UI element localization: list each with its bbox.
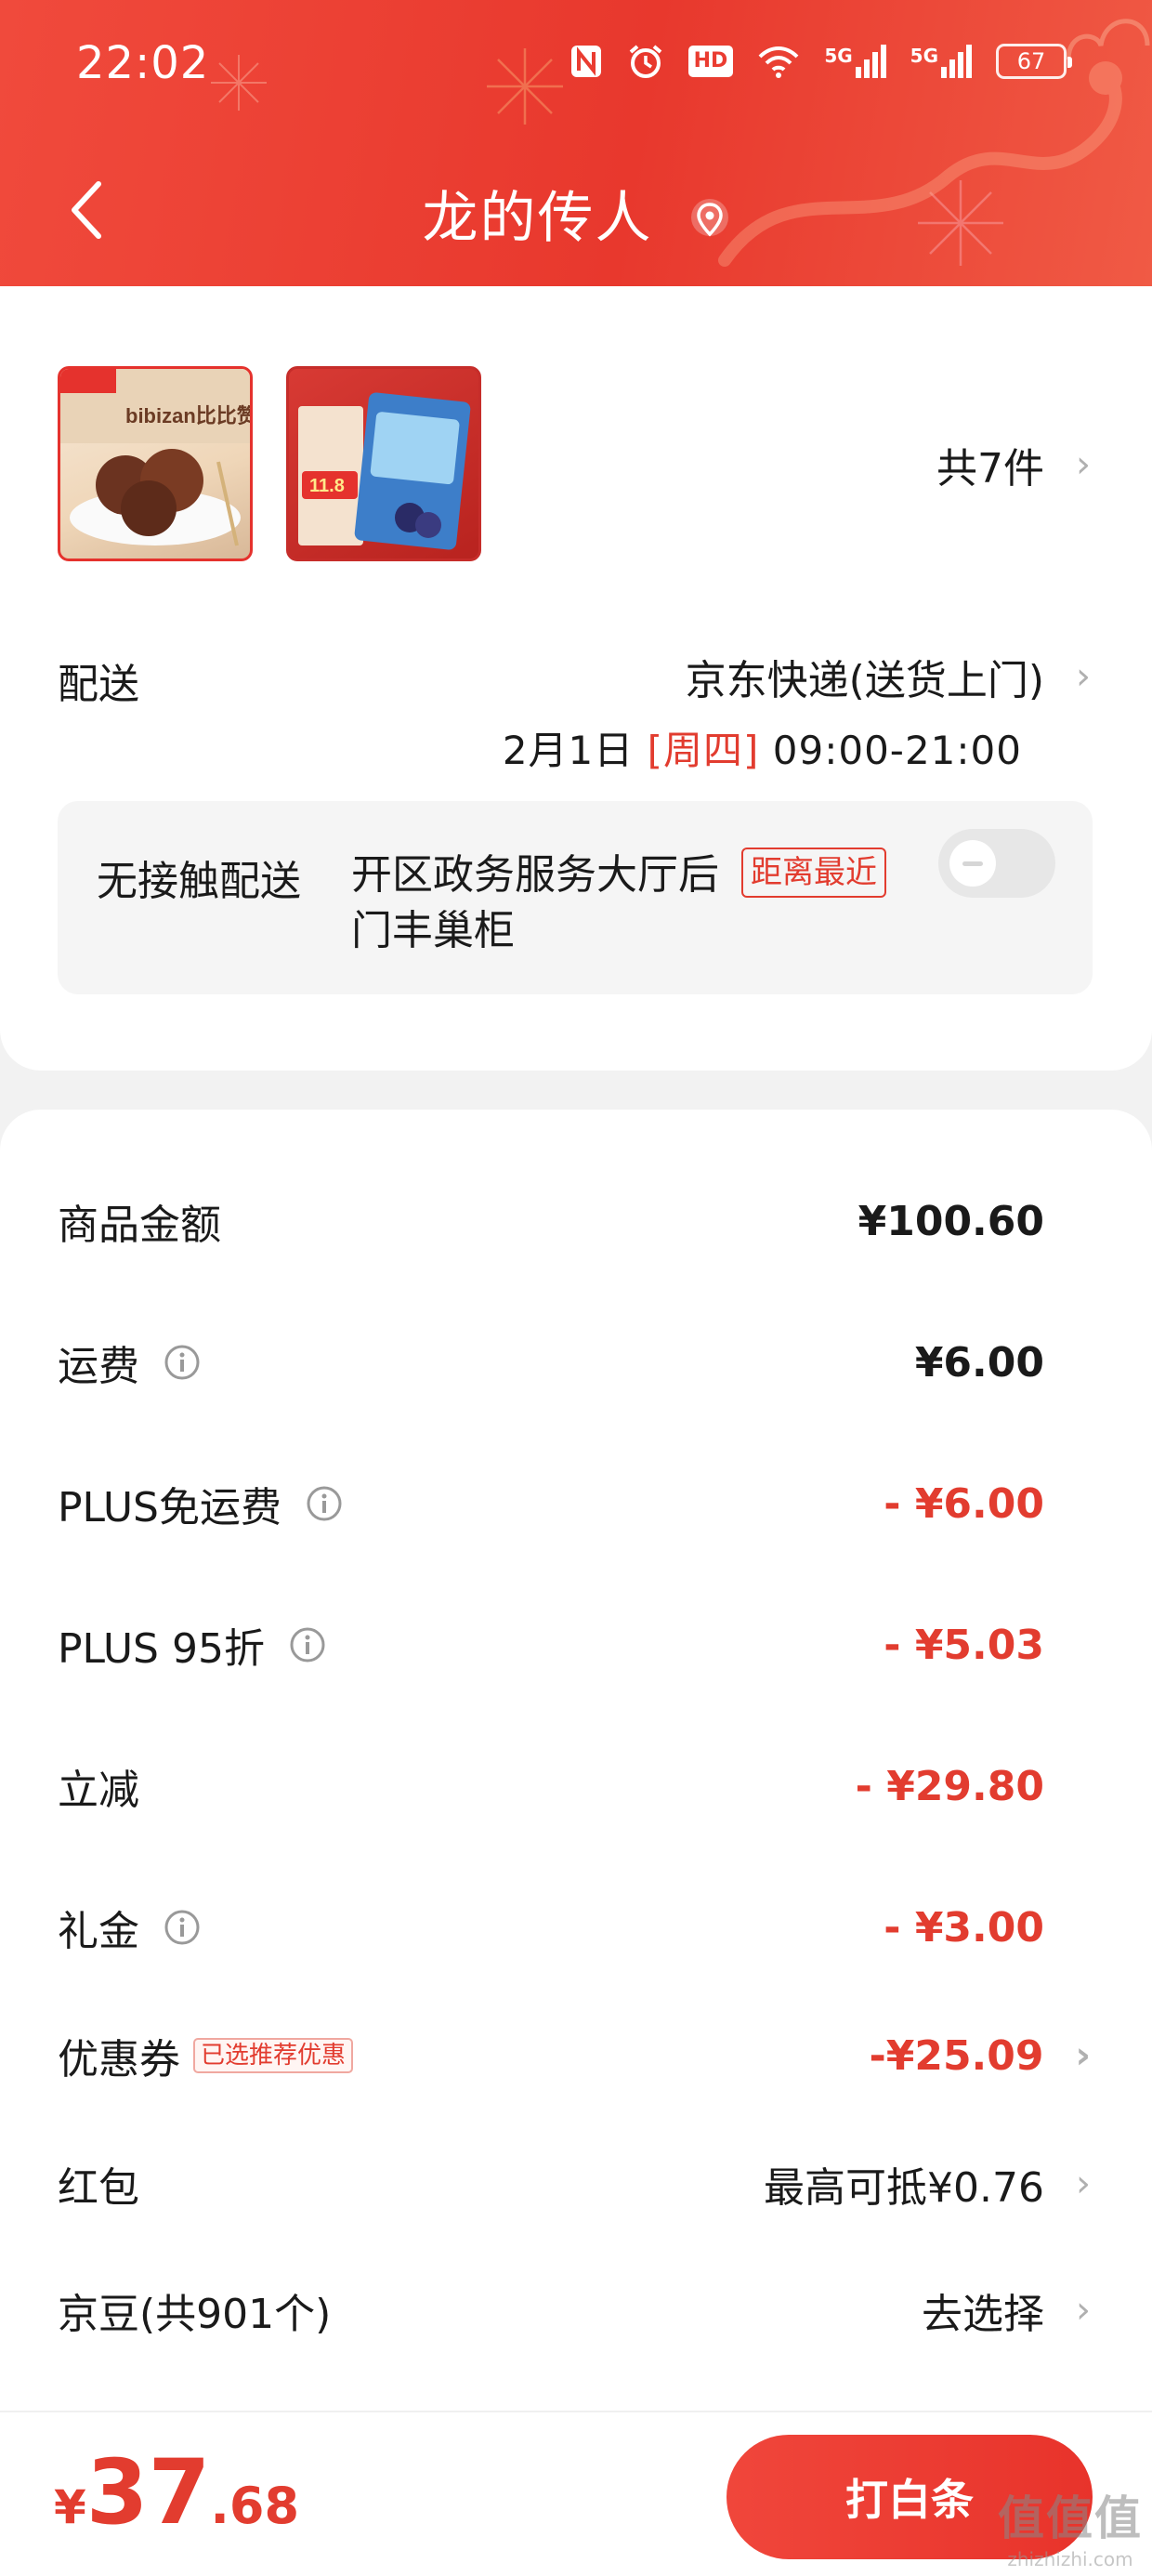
summary-row-plus-discount: PLUS 95折 - ¥5.03 [58,1608,1091,1682]
summary-label: 立减 [58,1767,139,1814]
delivery-time-range: 09:00-21:00 [772,728,1022,773]
price-summary-card: 商品金额 ¥100.60 运费 ¥6.00 PLUS免运费 - ¥6.00 PL… [0,1110,1152,2411]
order-items-card: bibizan比比赞 11.8 共7件 › 配送 京东快递(送货上门) › 2月 [0,286,1152,1071]
summary-value: 最高可抵¥0.76 [764,2164,1044,2212]
status-time: 22:02 [76,37,210,89]
product-image: bibizan比比赞 [60,369,250,546]
product-image: 11.8 [298,392,471,550]
info-icon[interactable] [289,1626,326,1663]
total-integer: 37 [85,2440,211,2544]
summary-label: 红包 [58,2164,139,2212]
signal-5g-icon: 5G [824,45,886,78]
summary-row-red-packet[interactable]: 红包 最高可抵¥0.76 › [58,2147,1091,2221]
watermark-text: 值值值 [998,2491,1143,2545]
summary-row-plus-free-shipping: PLUS免运费 - ¥6.00 [58,1466,1091,1541]
watermark-subtext: zhizhizhi.com [1007,2548,1133,2570]
total-price: ¥ 37 .68 [54,2446,299,2539]
summary-value: - ¥5.03 [884,1621,1044,1669]
summary-row-coupon[interactable]: 优惠券 已选推荐优惠 -¥25.09 › [58,2018,1091,2093]
chevron-right-icon: › [1076,2289,1091,2332]
watermark: 值值值 zhizhizhi.com [998,2481,1143,2570]
item-count-link[interactable]: 共7件 › [936,435,1091,494]
summary-label: 运费 [58,1343,139,1390]
signal-5g-icon: 5G [910,45,972,78]
contactless-delivery-box: 无接触配送 开区政务服务大厅后门丰巢柜 距离最近 [58,801,1093,994]
thumb-brand-text: bibizan比比赞 [125,404,250,427]
battery-icon: 67 [996,44,1072,79]
page-title: 龙的传人 [0,173,1152,254]
delivery-date: 2月1日 [502,728,635,773]
nfc-icon [570,46,601,77]
summary-row-jd-beans[interactable]: 京豆(共901个) 去选择 › [58,2273,1091,2347]
summary-value: 去选择 [922,2291,1044,2338]
chevron-right-icon: › [1076,655,1091,698]
contactless-address: 开区政务服务大厅后门丰巢柜 [351,851,719,954]
summary-row-gift-money: 礼金 - ¥3.00 [58,1890,1091,1965]
summary-label: 京豆(共901个) [58,2291,332,2338]
item-count-label: 共7件 [936,445,1044,493]
recommended-badge: 已选推荐优惠 [193,2038,354,2073]
summary-label: 优惠券 [58,2036,180,2083]
page-title-text: 龙的传人 [422,186,653,251]
info-icon[interactable] [306,1485,343,1522]
summary-label: PLUS 95折 [58,1625,265,1673]
nearest-badge: 距离最近 [741,848,886,898]
info-icon[interactable] [164,1344,201,1381]
toggle-knob [949,840,996,887]
summary-row-goods-amount: 商品金额 ¥100.60 [58,1184,1091,1258]
delivery-time: 2月1日 [周四] 09:00-21:00 [503,719,1022,776]
product-thumbnail[interactable]: 11.8 [286,366,481,561]
chevron-right-icon: › [1076,2162,1091,2205]
summary-row-instant-discount: 立减 - ¥29.80 [58,1749,1091,1823]
summary-value: - ¥29.80 [855,1762,1044,1810]
location-pin-icon[interactable] [689,197,730,245]
contactless-label: 无接触配送 [97,858,301,905]
info-icon[interactable] [164,1909,201,1946]
alarm-icon [629,45,661,78]
signal-label: 5G [824,45,853,67]
summary-label: 礼金 [58,1908,139,1955]
summary-value: - ¥6.00 [884,1479,1044,1528]
chevron-right-icon: › [1075,2034,1091,2077]
delivery-label: 配送 [58,661,139,708]
status-bar: 22:02 HD 5G 5G 67 [0,0,1152,139]
contactless-toggle[interactable] [938,829,1055,898]
product-thumbnail[interactable]: bibizan比比赞 [58,366,253,561]
battery-level: 67 [1016,48,1046,74]
delivery-weekday: [周四] [647,728,760,773]
summary-value: - ¥3.00 [884,1903,1044,1952]
total-currency: ¥ [54,2480,86,2534]
header: 22:02 HD 5G 5G 67 龙的传人 [0,0,1152,290]
summary-value: ¥6.00 [914,1338,1044,1387]
wifi-icon [758,46,799,78]
total-decimal: .68 [210,2477,300,2535]
checkout-bar: ¥ 37 .68 打白条 值值值 zhizhizhi.com [0,2411,1152,2576]
delivery-info[interactable]: 京东快递(送货上门) › 2月1日 [周四] 09:00-21:00 [503,647,1091,776]
summary-value: ¥100.60 [857,1197,1044,1245]
hd-icon: HD [687,46,734,77]
summary-row-shipping: 运费 ¥6.00 [58,1325,1091,1400]
summary-value: -¥25.09 [869,2031,1044,2080]
summary-label: PLUS免运费 [58,1484,281,1531]
status-icons: HD 5G 5G 67 [569,43,1072,80]
chevron-right-icon: › [1076,443,1091,486]
signal-label: 5G [910,45,938,67]
delivery-method: 京东快递(送货上门) [685,657,1044,704]
summary-label: 商品金额 [58,1202,221,1249]
thumb-price-text: 11.8 [309,476,345,496]
